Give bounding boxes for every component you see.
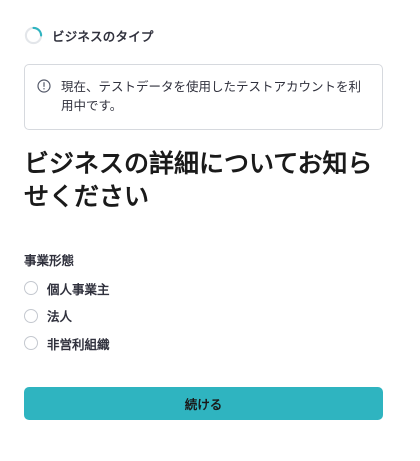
radio-option-label: 個人事業主 <box>47 281 110 297</box>
step-indicator: ビジネスのタイプ <box>24 26 154 45</box>
loading-spinner-icon <box>24 26 43 45</box>
page-title: ビジネスの詳細についてお知らせください <box>24 149 373 211</box>
radio-option-nonprofit[interactable]: 非営利組織 <box>24 334 110 352</box>
radio-option-label: 非営利組織 <box>47 336 110 352</box>
radio-option-sole-proprietor[interactable]: 個人事業主 <box>24 279 110 297</box>
business-type-radio-group: 個人事業主 法人 非営利組織 <box>24 279 110 362</box>
business-type-label: 事業形態 <box>24 253 75 268</box>
info-icon <box>37 79 51 93</box>
business-details-page: ビジネスのタイプ 現在、テストデータを使用したテストアカウントを利用中です。 ビ… <box>0 0 420 461</box>
test-mode-notice: 現在、テストデータを使用したテストアカウントを利用中です。 <box>24 64 383 130</box>
radio-button[interactable] <box>24 308 38 323</box>
continue-button[interactable]: 続ける <box>24 387 383 420</box>
radio-option-label: 法人 <box>47 309 73 324</box>
radio-button[interactable] <box>24 336 38 350</box>
notice-text: 現在、テストデータを使用したテストアカウントを利用中です。 <box>61 79 362 113</box>
radio-button[interactable] <box>24 281 38 295</box>
step-label: ビジネスのタイプ <box>52 29 154 44</box>
radio-option-corporation[interactable]: 法人 <box>24 307 110 325</box>
